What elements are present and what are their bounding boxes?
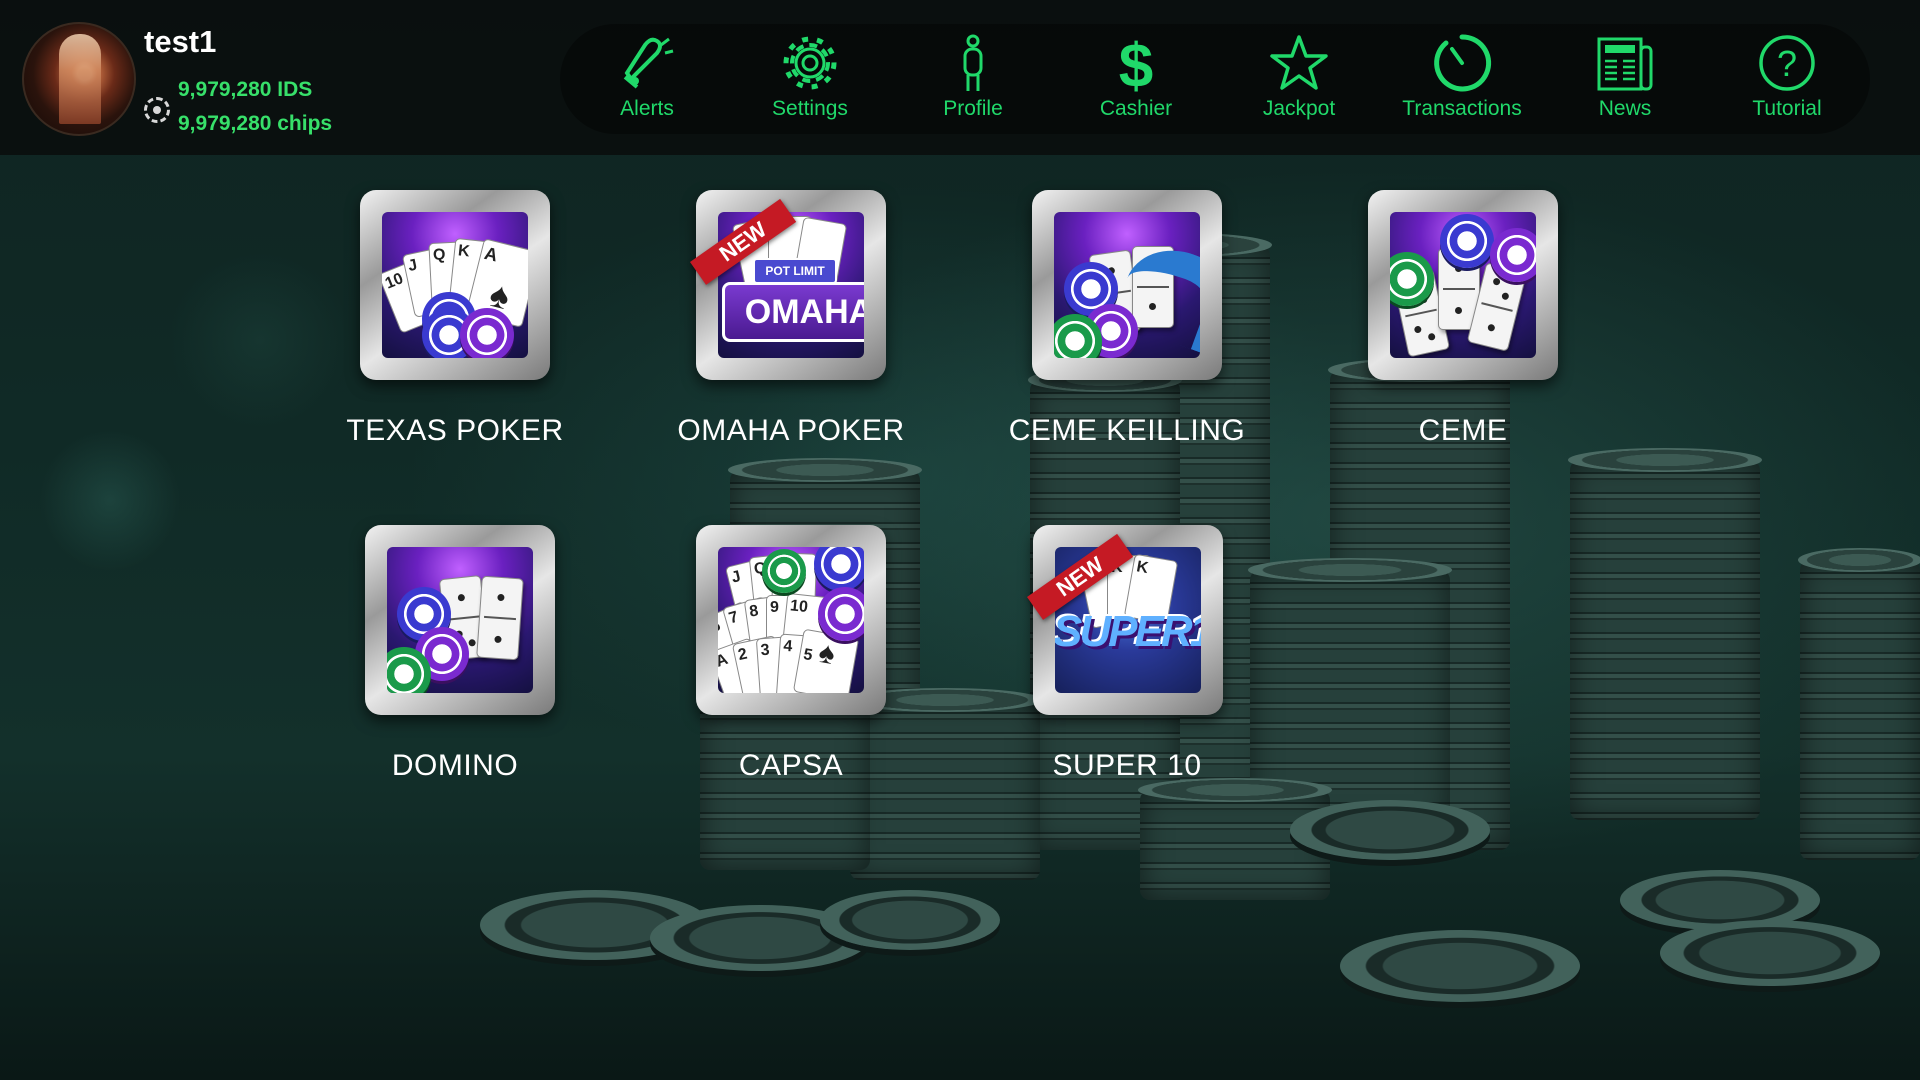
- omaha-banner: OMAHA: [722, 282, 864, 342]
- nav-settings[interactable]: Settings: [735, 28, 885, 138]
- capsa-icon: J Q K 6 7 8 9 10 A 2 3 4 5♠: [696, 525, 886, 715]
- avatar[interactable]: [22, 22, 136, 136]
- game-domino[interactable]: DOMINO: [300, 525, 600, 825]
- game-ceme-keilling[interactable]: CEME KEILLING: [972, 190, 1272, 490]
- nav-alerts[interactable]: Alerts: [572, 28, 722, 138]
- game-name: SUPER 10: [1052, 749, 1202, 782]
- dollar-icon: $: [1119, 33, 1153, 93]
- star-icon: [1270, 35, 1328, 90]
- chip-icon: [144, 97, 170, 123]
- nav-transactions-label: Transactions: [1402, 97, 1522, 120]
- newspaper-icon: [1597, 37, 1653, 91]
- person-icon: [963, 34, 983, 91]
- top-bar: test1 9,979,280 IDS 9,979,280 chips Aler…: [0, 0, 1920, 155]
- domino-icon: [365, 525, 555, 715]
- nav-news[interactable]: News: [1550, 28, 1700, 138]
- nav-tutorial-label: Tutorial: [1752, 97, 1822, 120]
- super-10-icon: K K K SUPER10 NEW: [1027, 525, 1223, 715]
- game-super-10[interactable]: K K K SUPER10 NEW SUPER 10: [972, 525, 1272, 825]
- ceme-icon: [1368, 190, 1558, 380]
- super-10-logo: SUPER10: [1055, 607, 1201, 656]
- nav-profile[interactable]: Profile: [898, 28, 1048, 138]
- pot-limit-label: POT LIMIT: [753, 258, 837, 284]
- game-ceme[interactable]: CEME: [1308, 190, 1608, 490]
- nav-settings-label: Settings: [772, 97, 848, 120]
- game-name: OMAHA POKER: [677, 414, 905, 447]
- gear-icon: [783, 36, 837, 90]
- ceme-keilling-icon: [1032, 190, 1222, 380]
- texas-poker-icon: 10 J Q K A ♠: [360, 190, 550, 380]
- game-name: CAPSA: [738, 749, 844, 782]
- nav-jackpot[interactable]: Jackpot: [1224, 28, 1374, 138]
- ids-balance: 9,979,280 IDS: [178, 78, 313, 101]
- nav-jackpot-label: Jackpot: [1262, 97, 1336, 120]
- game-capsa[interactable]: J Q K 6 7 8 9 10 A 2 3 4 5♠ CAPSA: [636, 525, 936, 825]
- chips-balance: 9,979,280 chips: [178, 112, 333, 135]
- nav-cashier[interactable]: $ Cashier: [1061, 28, 1211, 138]
- question-icon: ?: [1759, 35, 1815, 91]
- nav-tutorial[interactable]: ? Tutorial: [1712, 28, 1862, 138]
- game-name: CEME: [1418, 414, 1508, 447]
- game-name: CEME KEILLING: [1008, 414, 1246, 447]
- gauge-icon: [1434, 34, 1492, 92]
- username: test1: [144, 24, 217, 59]
- svg-text:$: $: [1119, 33, 1153, 93]
- nav-alerts-label: Alerts: [620, 97, 674, 120]
- nav-cashier-label: Cashier: [1099, 97, 1173, 120]
- game-omaha-poker[interactable]: POT LIMIT OMAHA NEW OMAHA POKER: [636, 190, 936, 490]
- nav-news-label: News: [1598, 97, 1652, 120]
- nav-transactions[interactable]: Transactions: [1387, 28, 1537, 138]
- bell-icon: [623, 37, 674, 89]
- omaha-poker-icon: POT LIMIT OMAHA NEW: [690, 190, 886, 380]
- game-texas-poker[interactable]: 10 J Q K A ♠ TEXAS POKER: [300, 190, 600, 490]
- svg-text:?: ?: [1777, 43, 1797, 84]
- game-name: DOMINO: [391, 749, 519, 782]
- nav-profile-label: Profile: [943, 97, 1003, 120]
- game-name: TEXAS POKER: [346, 414, 564, 447]
